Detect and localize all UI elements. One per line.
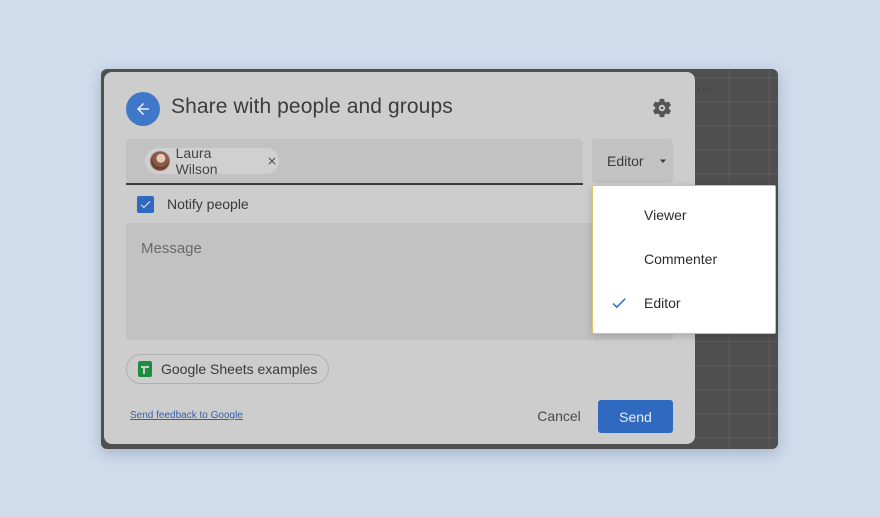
- role-menu: Viewer Commenter Editor: [592, 185, 776, 334]
- arrow-left-icon: [137, 103, 149, 115]
- dialog-title: Share with people and groups: [171, 95, 453, 118]
- back-button[interactable]: [126, 92, 160, 126]
- recipient-field[interactable]: Laura Wilson: [126, 139, 583, 185]
- role-dropdown-label: Editor: [607, 153, 644, 169]
- notify-label: Notify people: [167, 196, 249, 212]
- grid-dots: ...: [697, 77, 712, 93]
- send-feedback-link[interactable]: Send feedback to Google: [130, 410, 243, 421]
- check-icon: [140, 200, 151, 208]
- notify-row: Notify people: [137, 195, 249, 213]
- google-sheets-icon: [138, 361, 152, 377]
- recipient-chip[interactable]: Laura Wilson: [145, 145, 279, 177]
- caret-down-icon: [659, 159, 666, 163]
- recipient-name: Laura Wilson: [175, 145, 218, 177]
- role-dropdown-button[interactable]: Editor: [592, 139, 673, 183]
- menu-item-editor[interactable]: Editor: [593, 281, 775, 325]
- notify-checkbox[interactable]: [137, 195, 154, 213]
- cancel-button[interactable]: Cancel: [524, 400, 594, 432]
- close-icon: [268, 157, 276, 165]
- page-card: ... Share with people and groups Laura W…: [0, 0, 880, 517]
- message-field[interactable]: Message: [126, 223, 673, 340]
- menu-item-commenter[interactable]: Commenter: [593, 237, 775, 281]
- gear-icon: [653, 98, 671, 118]
- avatar: [150, 151, 170, 171]
- menu-item-label: Commenter: [644, 251, 718, 267]
- message-placeholder: Message: [141, 240, 202, 257]
- sheets-examples-chip[interactable]: Google Sheets examples: [126, 354, 329, 384]
- settings-button[interactable]: [650, 96, 674, 120]
- menu-item-label: Viewer: [644, 207, 687, 223]
- remove-recipient-button[interactable]: [265, 154, 279, 168]
- menu-item-viewer[interactable]: Viewer: [593, 193, 775, 237]
- sheets-examples-label: Google Sheets examples: [161, 361, 318, 377]
- send-button[interactable]: Send: [598, 400, 673, 433]
- check-icon: [612, 298, 626, 309]
- menu-item-label: Editor: [644, 295, 681, 311]
